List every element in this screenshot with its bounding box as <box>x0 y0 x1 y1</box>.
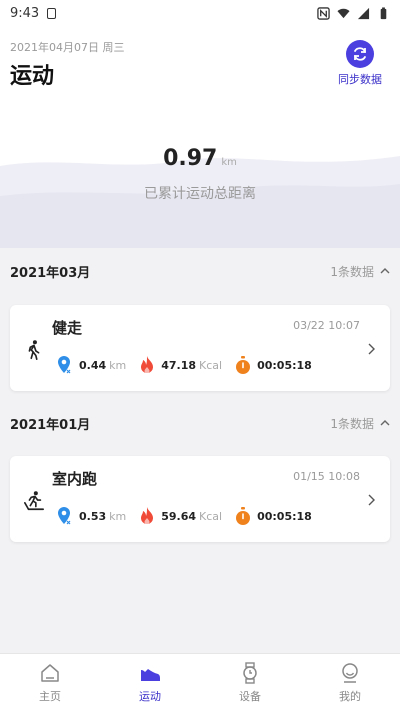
page-title: 运动 <box>10 64 55 89</box>
distance-stat: 0.44 km <box>56 355 126 375</box>
chevron-up-icon <box>380 268 390 274</box>
calories-value: 47.18 <box>161 358 197 372</box>
tab-label: 设备 <box>239 689 261 703</box>
profile-icon <box>342 662 358 683</box>
location-pin-icon <box>58 507 71 525</box>
tab-label: 我的 <box>339 689 361 703</box>
distance-value: 0.53 <box>79 509 107 523</box>
activity-name: 健走 <box>52 319 83 337</box>
stopwatch-icon <box>236 356 251 374</box>
activity-datetime: 01/15 10:08 <box>293 470 360 483</box>
sim-icon <box>47 7 57 19</box>
calories-stat: 47.18 Kcal <box>138 355 222 375</box>
status-time: 9:43 <box>10 5 40 21</box>
flame-icon <box>141 507 154 525</box>
treadmill-icon <box>24 491 44 511</box>
bottom-tab-bar: 主页 运动 设备 我的 <box>0 653 400 711</box>
tab-profile[interactable]: 我的 <box>300 654 400 711</box>
tab-sport[interactable]: 运动 <box>100 654 200 711</box>
record-count-label: 1条数据 <box>330 264 374 279</box>
summary-header: 2021年04月07日 周三 运动 同步数据 0.97 km 已累计运动总距离 <box>0 26 400 248</box>
distance-unit: km <box>109 509 127 523</box>
stopwatch-icon <box>236 507 251 525</box>
calories-unit: Kcal <box>199 358 223 372</box>
status-bar: 9:43 <box>0 0 400 26</box>
month-label: 2021年03月 <box>10 265 91 281</box>
signal-icon <box>357 7 370 19</box>
status-icons <box>317 6 390 20</box>
current-date: 2021年04月07日 周三 <box>10 41 125 54</box>
total-distance-unit: km <box>221 157 237 168</box>
sync-icon <box>346 40 374 68</box>
walking-icon <box>28 340 40 360</box>
sneaker-icon <box>141 668 160 681</box>
duration-value: 00:05:18 <box>257 509 312 523</box>
sync-data-button[interactable]: 同步数据 <box>334 40 386 87</box>
duration-value: 00:05:18 <box>257 358 312 372</box>
calories-value: 59.64 <box>161 509 197 523</box>
battery-icon <box>380 6 387 19</box>
activity-name: 室内跑 <box>52 470 98 488</box>
duration-stat: 00:05:18 <box>234 506 312 526</box>
watch-icon <box>243 661 257 684</box>
total-distance-label: 已累计运动总距离 <box>144 186 256 202</box>
tab-label: 运动 <box>139 689 161 703</box>
tab-device[interactable]: 设备 <box>200 654 300 711</box>
calories-unit: Kcal <box>199 509 223 523</box>
chevron-right-icon <box>368 343 375 355</box>
home-icon <box>41 663 59 682</box>
record-count: 1条数据 <box>330 263 390 280</box>
record-count: 1条数据 <box>330 415 390 432</box>
flame-icon <box>141 356 154 374</box>
activity-card[interactable]: 健走 03/22 10:07 0.44 km 47.18 Kcal 00:05:… <box>10 305 390 391</box>
activity-stats: 0.44 km 47.18 Kcal 00:05:18 <box>56 355 324 375</box>
activity-card[interactable]: 室内跑 01/15 10:08 0.53 km 59.64 Kcal 00:05… <box>10 456 390 542</box>
wifi-icon <box>337 8 350 18</box>
distance-stat: 0.53 km <box>56 506 126 526</box>
location-pin-icon <box>58 356 71 374</box>
total-distance: 0.97 km <box>0 146 400 171</box>
distance-value: 0.44 <box>79 358 107 372</box>
tab-home[interactable]: 主页 <box>0 654 100 711</box>
chevron-up-icon <box>380 420 390 426</box>
tab-label: 主页 <box>39 689 61 703</box>
calories-stat: 59.64 Kcal <box>138 506 222 526</box>
chevron-right-icon <box>368 494 375 506</box>
distance-unit: km <box>109 358 127 372</box>
activity-datetime: 03/22 10:07 <box>293 319 360 332</box>
record-count-label: 1条数据 <box>330 416 374 431</box>
total-distance-value: 0.97 <box>163 146 218 171</box>
month-header[interactable]: 2021年01月 1条数据 <box>0 400 400 446</box>
duration-stat: 00:05:18 <box>234 355 312 375</box>
month-label: 2021年01月 <box>10 417 91 433</box>
month-header[interactable]: 2021年03月 1条数据 <box>0 248 400 294</box>
sync-label: 同步数据 <box>338 73 382 86</box>
activity-stats: 0.53 km 59.64 Kcal 00:05:18 <box>56 506 324 526</box>
nfc-icon <box>317 6 330 20</box>
